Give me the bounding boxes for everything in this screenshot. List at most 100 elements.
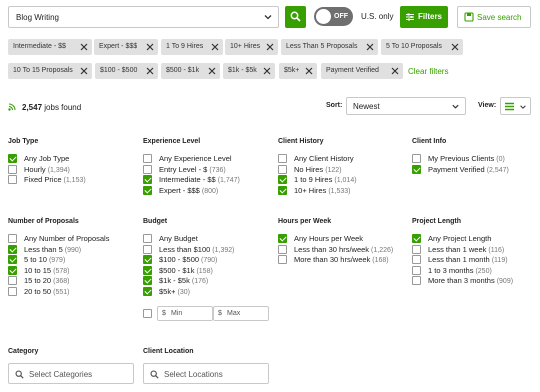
close-icon[interactable] <box>80 67 88 75</box>
proposals-option[interactable]: Less than 5 (990) <box>8 244 133 255</box>
client-history-option[interactable]: Any Client History <box>278 154 403 164</box>
checkbox[interactable] <box>278 244 287 254</box>
budget-custom-checkbox[interactable] <box>143 309 153 319</box>
experience-option[interactable]: Entry Level - $ (736) <box>143 164 268 175</box>
checkbox[interactable] <box>412 276 421 285</box>
checkbox[interactable] <box>143 185 152 195</box>
budget-option[interactable]: Any Budget <box>143 234 268 244</box>
job-type-option[interactable]: Hourly (1,394) <box>8 164 133 175</box>
job-type-option[interactable]: Fixed Price (1,153) <box>8 175 133 185</box>
checkbox[interactable] <box>143 286 152 296</box>
budget-option[interactable]: $5k+ (30) <box>143 286 268 297</box>
project-length-option[interactable]: Any Project Length <box>412 234 537 244</box>
experience-option[interactable]: Any Experience Level <box>143 154 268 164</box>
checkbox[interactable] <box>278 185 287 195</box>
close-icon[interactable] <box>451 43 459 51</box>
hours-option[interactable]: Any Hours per Week <box>278 234 403 244</box>
option-label: 1 to 3 months (250) <box>428 266 492 275</box>
chip-label: $100 - $500 <box>100 67 138 74</box>
client-history-option[interactable]: 1 to 9 Hires (1,014) <box>278 175 403 185</box>
project-length-option[interactable]: More than 3 months (909) <box>412 276 537 286</box>
close-icon[interactable] <box>208 67 216 75</box>
client-info-option[interactable]: Payment Verified (2,547) <box>412 164 537 175</box>
close-icon[interactable] <box>266 43 274 51</box>
proposals-option[interactable]: 15 to 20 (368) <box>8 276 133 286</box>
budget-min-input[interactable]: $ Min <box>157 306 213 321</box>
hours-option[interactable]: Less than 30 hrs/week (1,226) <box>278 244 403 255</box>
budget-option[interactable]: $1k - $5k (176) <box>143 276 268 286</box>
view-select[interactable] <box>500 97 531 115</box>
checkbox[interactable] <box>143 244 152 254</box>
checkbox[interactable] <box>143 276 152 285</box>
checkbox[interactable] <box>278 175 287 184</box>
project-length-option[interactable]: Less than 1 month (119) <box>412 255 537 265</box>
checkbox[interactable] <box>143 175 152 184</box>
client-info-option[interactable]: My Previous Clients (0) <box>412 154 537 164</box>
us-only-toggle[interactable]: OFF <box>314 7 353 26</box>
sort-select[interactable]: Newest <box>346 97 466 115</box>
client-history-option[interactable]: 10+ Hires (1,533) <box>278 185 403 196</box>
close-icon[interactable] <box>146 67 154 75</box>
clear-filters-link[interactable]: Clear filters <box>408 67 448 76</box>
checkbox[interactable] <box>412 164 421 174</box>
checkbox[interactable] <box>143 164 152 174</box>
checkbox[interactable] <box>143 234 152 243</box>
option-text: Any Project Length <box>428 234 492 243</box>
budget-option[interactable]: $100 - $500 (790) <box>143 255 268 265</box>
search-button[interactable] <box>285 6 306 28</box>
option-text: 10+ Hires <box>294 185 327 195</box>
budget-option[interactable]: $500 - $1k (158) <box>143 265 268 276</box>
budget-option[interactable]: Less than $100 (1,392) <box>143 244 268 255</box>
checkbox[interactable] <box>143 154 152 163</box>
project-length-option[interactable]: Less than 1 week (116) <box>412 244 537 255</box>
experience-option[interactable]: Intermediate - $$ (1,747) <box>143 175 268 185</box>
checkbox[interactable] <box>8 276 17 285</box>
checkbox[interactable] <box>278 234 287 243</box>
budget-max-input[interactable]: $ Max <box>213 306 269 321</box>
checkbox[interactable] <box>143 255 152 264</box>
client-history-option[interactable]: No Hires (122) <box>278 164 403 175</box>
job-type-option[interactable]: Any Job Type <box>8 154 133 164</box>
checkbox[interactable] <box>8 164 17 174</box>
proposals-option[interactable]: 20 to 50 (551) <box>8 286 133 297</box>
rss-icon[interactable] <box>8 103 16 111</box>
checkbox[interactable] <box>412 234 421 243</box>
checkbox[interactable] <box>143 265 152 275</box>
proposals-option[interactable]: Any Number of Proposals <box>8 234 133 244</box>
project-length-option[interactable]: 1 to 3 months (250) <box>412 265 537 276</box>
checkbox[interactable] <box>8 286 17 296</box>
filters-button[interactable]: Filters <box>400 6 448 28</box>
checkbox[interactable] <box>8 244 17 254</box>
checkbox[interactable] <box>412 265 421 275</box>
proposals-option[interactable]: 10 to 15 (578) <box>8 265 133 276</box>
close-icon[interactable] <box>211 43 219 51</box>
chevron-down-icon[interactable] <box>263 12 273 22</box>
checkbox[interactable] <box>278 154 287 163</box>
close-icon[interactable] <box>366 43 374 51</box>
checkbox[interactable] <box>8 154 17 163</box>
hours-option[interactable]: More than 30 hrs/week (168) <box>278 255 403 265</box>
checkbox[interactable] <box>412 244 421 254</box>
close-icon[interactable] <box>80 43 88 51</box>
checkbox[interactable] <box>278 164 287 174</box>
us-only-label: U.S. only <box>361 12 394 21</box>
close-icon[interactable] <box>146 43 154 51</box>
checkbox[interactable] <box>8 255 17 264</box>
checkbox[interactable] <box>412 154 421 163</box>
experience-option[interactable]: Expert - $$$ (800) <box>143 185 268 196</box>
close-icon[interactable] <box>391 67 399 75</box>
close-icon[interactable] <box>305 67 313 75</box>
save-search-button[interactable]: Save search <box>457 6 531 28</box>
category-select[interactable]: Select Categories <box>8 363 134 384</box>
client-location-select[interactable]: Select Locations <box>143 363 269 384</box>
close-icon[interactable] <box>263 67 271 75</box>
checkbox[interactable] <box>8 175 17 184</box>
checkbox[interactable] <box>8 265 17 275</box>
search-field[interactable]: Blog Writing <box>8 6 279 28</box>
proposals-option[interactable]: 5 to 10 (979) <box>8 255 133 265</box>
checkbox[interactable] <box>412 255 421 264</box>
checkbox[interactable] <box>143 309 152 318</box>
checkbox[interactable] <box>278 255 287 264</box>
checkbox[interactable] <box>8 234 17 243</box>
option-label: 10+ Hires (1,533) <box>294 186 351 195</box>
